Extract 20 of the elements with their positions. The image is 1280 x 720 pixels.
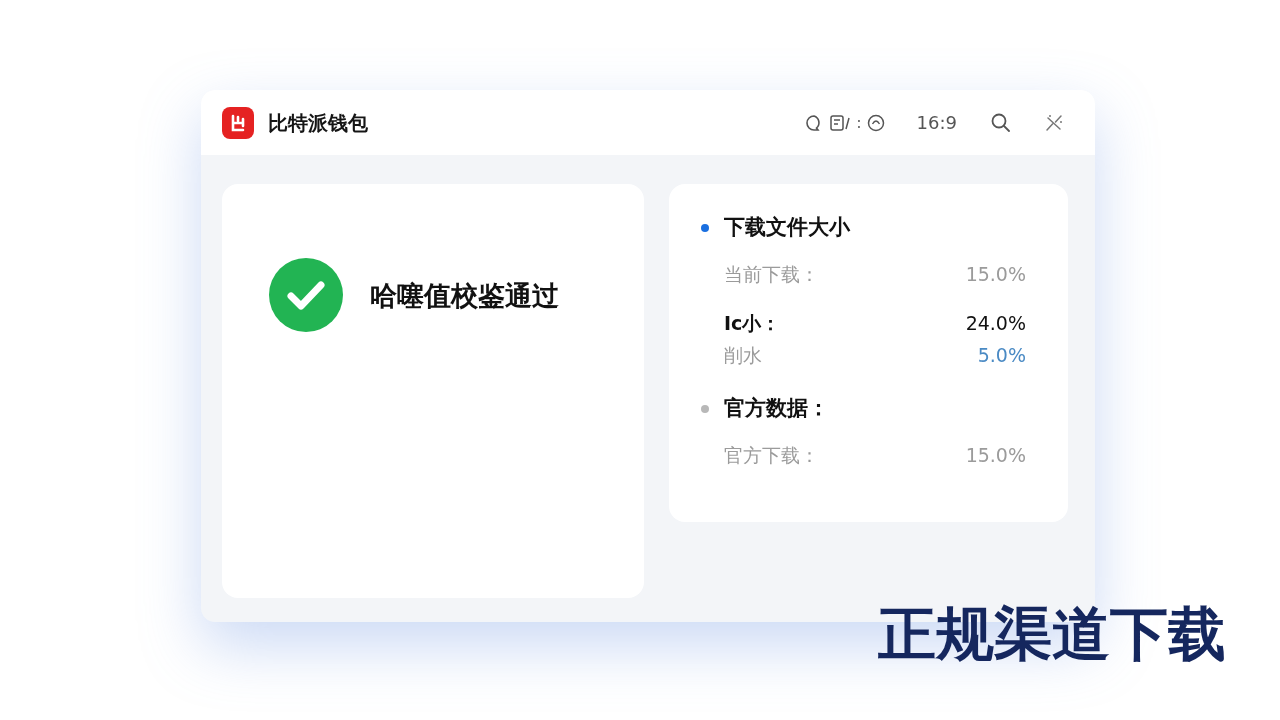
row-label: 当前下载：	[724, 261, 819, 287]
window-title: 比特派钱包	[268, 109, 368, 137]
app-logo-icon	[222, 106, 254, 139]
row-value: 5.0%	[977, 342, 1026, 368]
close-icon[interactable]	[1045, 113, 1063, 132]
row-value: 15.0%	[965, 442, 1026, 468]
row-value: 15.0%	[965, 261, 1026, 287]
row-label: 官方下载：	[724, 442, 819, 468]
verification-message: 哈噻值校鉴通过	[370, 279, 559, 313]
row-value: 24.0%	[965, 310, 1026, 336]
caption-text: 正规渠道下载	[878, 599, 1226, 670]
toolbar-separator: :	[856, 111, 862, 134]
smiley-icon[interactable]	[866, 113, 885, 132]
search-icon[interactable]	[991, 113, 1010, 132]
tablet-icon[interactable]	[830, 113, 851, 132]
row-label: Ic小：	[724, 310, 781, 336]
section-heading: 官方数据：	[724, 395, 829, 423]
aspect-ratio-label[interactable]: 16:9	[916, 109, 957, 136]
section-heading: 下载文件大小	[724, 214, 850, 242]
row-label: 削水	[724, 342, 762, 368]
